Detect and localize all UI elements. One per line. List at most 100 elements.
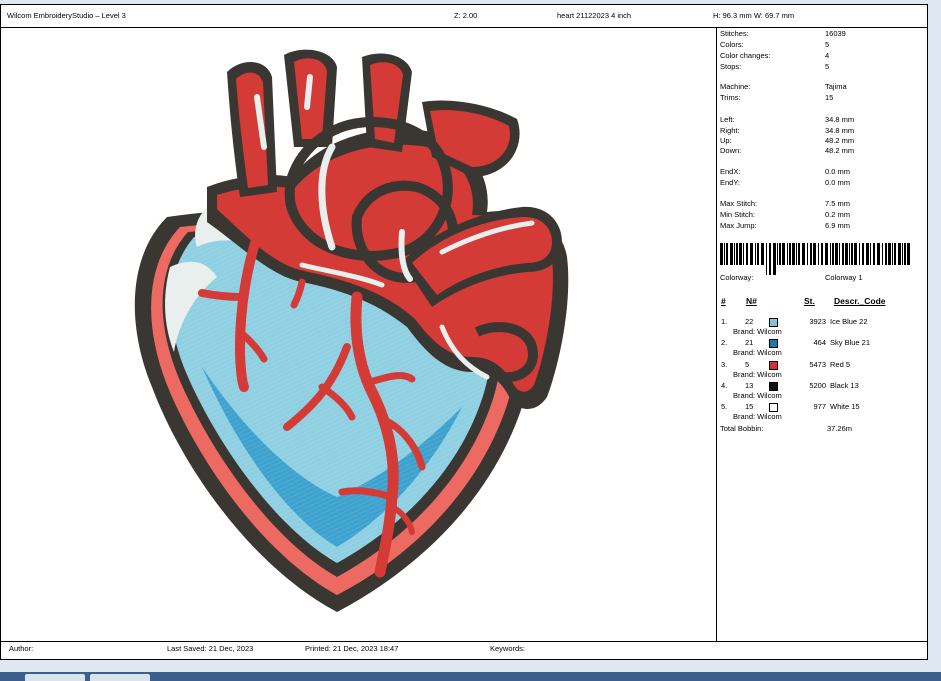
col-header-stitches: St. — [804, 296, 815, 306]
stat-stops: Stops: 5 — [720, 62, 830, 71]
keywords-label: Keywords: — [490, 644, 526, 653]
taskbar-button[interactable] — [25, 674, 85, 681]
barcode-bar — [882, 243, 883, 265]
barcode-bar — [743, 243, 744, 265]
barcode-bar — [832, 243, 834, 265]
stat-right: Right: 34.8 mm — [720, 126, 855, 135]
stat-stitches: Stitches: 16039 — [720, 29, 846, 38]
barcode-bar — [907, 243, 910, 265]
stat-max-stitch: Max Stitch: 7.5 mm — [720, 199, 851, 208]
sheet-header: Wilcom EmbroideryStudio – Level 3 Z: 2.0… — [1, 5, 927, 27]
barcode-bar — [766, 243, 767, 275]
barcode-bar — [724, 243, 725, 265]
color-swatch — [769, 403, 778, 412]
barcode-bar — [894, 243, 896, 265]
color-row-4: 4. 13 5200 Black 13 Brand: Wilcom — [721, 381, 859, 400]
barcode-bar — [835, 243, 838, 265]
barcode-bar — [769, 243, 771, 275]
barcode-bar — [854, 243, 857, 265]
barcode-bar — [870, 243, 871, 265]
barcode-bar — [825, 243, 828, 265]
color-row-2: 2. 21 464 Sky Blue 21 Brand: Wilcom — [721, 338, 871, 357]
barcode-bar — [892, 243, 893, 265]
last-saved-label: Last Saved: 21 Dec, 2023 — [167, 644, 254, 653]
barcode-bar — [904, 243, 906, 265]
barcode-bar — [773, 243, 776, 275]
barcode-bar — [839, 243, 840, 265]
stat-min-stitch: Min Stitch: 0.2 mm — [720, 210, 851, 219]
barcode-bar — [810, 243, 812, 265]
taskbar-button[interactable] — [90, 674, 150, 681]
barcode-bar — [802, 243, 805, 265]
barcode-bar — [787, 243, 788, 265]
barcode-bar — [885, 243, 887, 265]
stat-colors: Colors: 5 — [720, 40, 830, 49]
barcode-bar — [851, 243, 853, 265]
barcode-bar — [866, 243, 869, 265]
zoom-label: Z: 2.00 — [454, 11, 478, 20]
stat-color-changes: Color changes: 4 — [720, 51, 830, 60]
barcode-bar — [849, 243, 850, 265]
total-bobbin-row: Total Bobbin: 37.26m — [720, 424, 853, 433]
printed-label: Printed: 21 Dec, 2023 18:47 — [305, 644, 399, 653]
barcode-bar — [845, 243, 848, 265]
barcode-bar — [877, 243, 880, 265]
color-swatch — [769, 339, 778, 348]
taskbar — [0, 672, 941, 681]
colorway-row: Colorway: Colorway 1 — [720, 273, 863, 282]
barcode-bar — [818, 243, 819, 265]
barcode-bar — [792, 243, 795, 265]
barcode-bar — [750, 243, 753, 265]
color-swatch — [769, 318, 778, 327]
stat-endy: EndY: 0.0 mm — [720, 178, 851, 187]
color-swatch — [769, 382, 778, 391]
barcode-bar — [862, 243, 864, 265]
color-row-3: 3. 5 5473 Red 5 Brand: Wilcom — [721, 360, 851, 379]
stat-max-jump: Max Jump: 6.9 mm — [720, 221, 851, 230]
color-row-5: 5. 15 977 White 15 Brand: Wilcom — [721, 402, 860, 421]
stat-up: Up: 48.2 mm — [720, 136, 855, 145]
col-header-description: Descr._Code — [834, 296, 886, 306]
stat-endx: EndX: 0.0 mm — [720, 167, 851, 176]
barcode-bar — [730, 243, 733, 265]
barcode-bar — [761, 243, 764, 265]
stat-left: Left: 34.8 mm — [720, 115, 855, 124]
barcode-bar — [796, 243, 797, 265]
design-info-panel: Stitches: 16039 Colors: 5 Color changes: 4 … — [720, 27, 926, 641]
col-header-index: # — [721, 296, 726, 306]
barcode-bar — [888, 243, 891, 265]
barcode-bar — [777, 243, 778, 265]
barcode-bar — [830, 243, 831, 265]
barcode-bar — [789, 243, 791, 265]
barcode-bar — [842, 243, 844, 265]
panel-divider — [716, 27, 717, 641]
author-label: Author: — [9, 644, 34, 653]
barcode — [720, 243, 910, 275]
color-swatch — [769, 361, 778, 370]
design-size: H: 96.3 mm W: 69.7 mm — [713, 11, 795, 20]
stat-down: Down: 48.2 mm — [720, 146, 855, 155]
barcode-bar — [898, 243, 901, 265]
barcode-bar — [720, 243, 723, 265]
barcode-bar — [757, 243, 759, 265]
print-preview-sheet: Wilcom EmbroideryStudio – Level 3 Z: 2.0… — [0, 4, 928, 660]
stat-machine: Machine: Tajima — [720, 82, 847, 91]
barcode-bar — [798, 243, 800, 265]
barcode-bar — [734, 243, 735, 265]
barcode-bar — [902, 243, 903, 265]
col-header-code: N# — [746, 296, 757, 306]
barcode-bar — [873, 243, 875, 265]
barcode-bar — [746, 243, 748, 265]
barcode-bar — [736, 243, 738, 265]
color-row-1: 1. 22 3923 Ice Blue 22 Brand: Wilcom — [721, 317, 868, 336]
anatomical-heart-embroidery — [134, 49, 569, 612]
app-title: Wilcom EmbroideryStudio – Level 3 — [7, 11, 126, 20]
barcode-bar — [813, 243, 816, 265]
file-name: heart 21122023 4 inch — [557, 11, 632, 20]
barcode-bar — [782, 243, 785, 265]
barcode-bar — [755, 243, 756, 265]
sheet-footer: Author: Last Saved: 21 Dec, 2023 Printed… — [1, 641, 927, 659]
stat-trims: Trims: 15 — [720, 93, 834, 102]
barcode-bar — [779, 243, 781, 265]
barcode-bar — [821, 243, 823, 265]
